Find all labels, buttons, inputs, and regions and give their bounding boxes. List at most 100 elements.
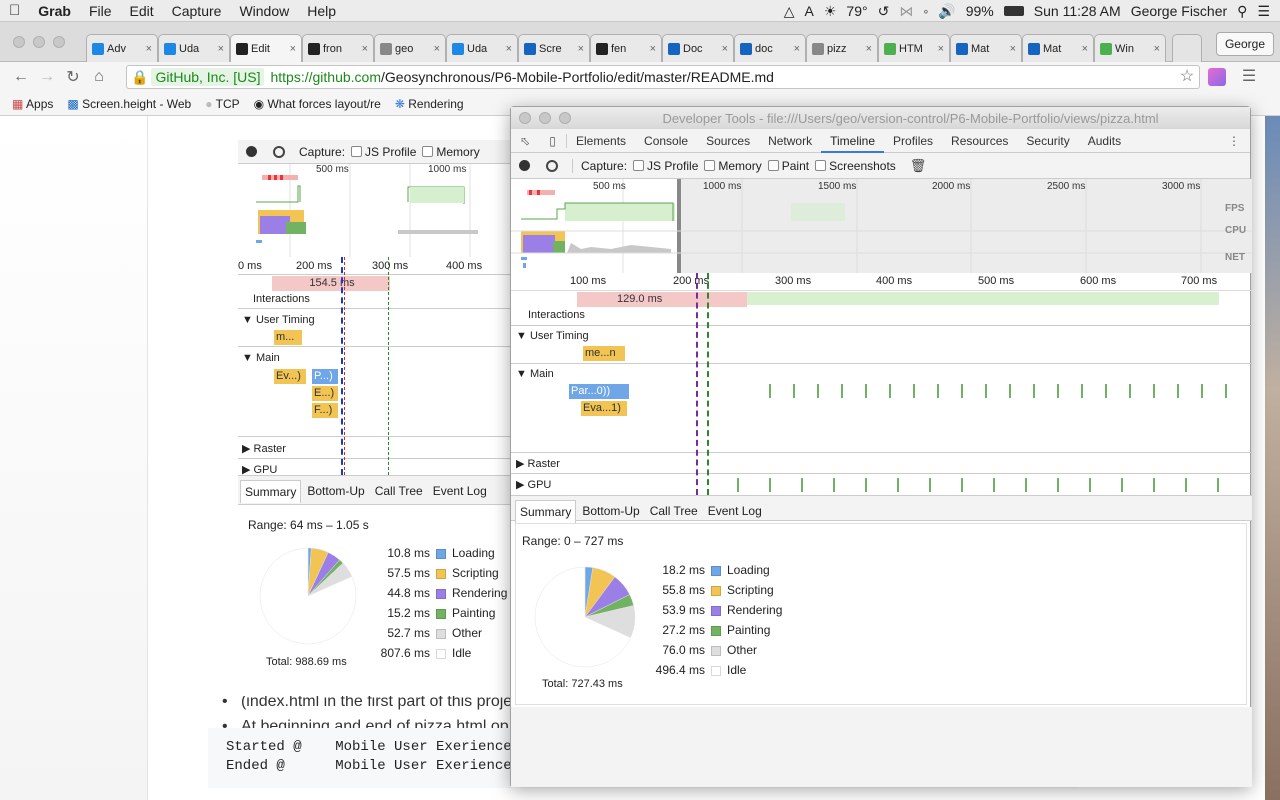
tab-close-icon[interactable]: × (218, 43, 224, 55)
device-mode-icon[interactable]: ▯ (539, 133, 567, 148)
browser-tab[interactable]: fen × (590, 34, 662, 62)
tab-close-icon[interactable]: × (506, 43, 512, 55)
browser-tab[interactable]: Uda × (158, 34, 230, 62)
raster-section[interactable]: ▶ Raster (516, 457, 560, 470)
more-options-icon[interactable]: ⋮ (1228, 134, 1240, 148)
devtools-titlebar[interactable]: Developer Tools - file:///Users/geo/vers… (511, 107, 1250, 129)
tab-close-icon[interactable]: × (722, 43, 728, 55)
tab-summary[interactable]: Summary (515, 500, 577, 523)
user-name[interactable]: George Fischer (1131, 3, 1227, 19)
tab-close-icon[interactable]: × (362, 43, 368, 55)
record-button[interactable] (519, 160, 530, 171)
user-timing-section[interactable]: ▼ User Timing (242, 314, 315, 326)
browser-tab[interactable]: HTM × (878, 34, 950, 62)
browser-tab[interactable]: Uda × (446, 34, 518, 62)
tab-close-icon[interactable]: × (1154, 43, 1160, 55)
volume-icon[interactable]: 🔊 (938, 3, 955, 20)
chrome-menu-icon[interactable]: ☰ (1236, 66, 1262, 86)
browser-tab[interactable]: fron × (302, 34, 374, 62)
new-tab-button[interactable] (1172, 34, 1202, 62)
tab-resources[interactable]: Resources (942, 129, 1017, 153)
main-block[interactable]: Par...0)) (569, 384, 629, 399)
tab-summary[interactable]: Summary (240, 480, 302, 503)
raster-section[interactable]: ▶ Raster (242, 442, 286, 455)
devtools-zoom-button[interactable] (559, 112, 571, 124)
tab-profiles[interactable]: Profiles (884, 129, 942, 153)
screenshots-checkbox[interactable] (815, 160, 827, 171)
main-block[interactable]: Eva...1) (581, 401, 627, 416)
gpu-section[interactable]: ▶ GPU (516, 478, 551, 491)
reload-icon[interactable]: ↻ (60, 67, 86, 87)
devtools-close-button[interactable] (519, 112, 531, 124)
browser-tab[interactable]: Mat × (1022, 34, 1094, 62)
tab-sources[interactable]: Sources (697, 129, 759, 153)
clear-button[interactable] (546, 159, 558, 172)
adobe-icon[interactable]: A (805, 3, 814, 19)
menu-help[interactable]: Help (298, 3, 345, 19)
tab-elements[interactable]: Elements (567, 129, 635, 153)
tab-bottom-up[interactable]: Bottom-Up (303, 480, 368, 503)
tab-audits[interactable]: Audits (1079, 129, 1130, 153)
tab-timeline[interactable]: Timeline (821, 129, 885, 153)
menu-app-name[interactable]: Grab (29, 3, 80, 19)
menu-capture[interactable]: Capture (163, 3, 231, 19)
profile-button[interactable]: George (1215, 32, 1274, 56)
bookmark-star-icon[interactable]: ☆ (1174, 66, 1200, 86)
bookmark-screen-height[interactable]: ▩ Screen.height - Web (67, 97, 191, 111)
tab-close-icon[interactable]: × (290, 43, 296, 55)
window-zoom-button[interactable] (53, 36, 65, 48)
ev-certificate[interactable]: GitHub, Inc. [US] (151, 68, 265, 86)
home-icon[interactable]: ⌂ (86, 68, 112, 86)
bookmark-apps[interactable]: ▦ Apps (12, 97, 53, 111)
tab-close-icon[interactable]: × (866, 43, 872, 55)
tab-close-icon[interactable]: × (650, 43, 656, 55)
notification-center-icon[interactable]: ☰ (1257, 3, 1270, 20)
tab-event-log[interactable]: Event Log (704, 500, 766, 523)
bookmark-what-forces-layout[interactable]: ◉ What forces layout/re (254, 97, 381, 111)
memory-checkbox[interactable] (704, 160, 716, 171)
omnibox[interactable]: 🔒 GitHub, Inc. [US] https://github.com/G… (126, 65, 1200, 89)
menu-file[interactable]: File (80, 3, 121, 19)
tab-bottom-up[interactable]: Bottom-Up (578, 500, 643, 523)
spotlight-icon[interactable]: ⚲ (1237, 3, 1247, 20)
tab-close-icon[interactable]: × (794, 43, 800, 55)
browser-tab[interactable]: Doc × (662, 34, 734, 62)
back-icon[interactable]: ← (8, 68, 34, 86)
battery-percent[interactable]: 99% (966, 3, 994, 19)
tab-close-icon[interactable]: × (146, 43, 152, 55)
window-close-button[interactable] (13, 36, 25, 48)
battery-icon[interactable] (1003, 6, 1024, 16)
bookmark-rendering[interactable]: ❋ Rendering (395, 97, 464, 111)
bluetooth-icon[interactable]: ⋈ (899, 3, 913, 20)
apple-icon[interactable]:  (0, 2, 29, 19)
user-timing-block[interactable]: me...n (583, 346, 625, 361)
paint-checkbox[interactable] (767, 160, 779, 171)
trash-icon[interactable]: 🗑 (910, 158, 927, 174)
tab-console[interactable]: Console (635, 129, 697, 153)
interaction-bar[interactable]: 129.0 ms (577, 292, 747, 307)
bookmark-tcp[interactable]: ● TCP (205, 97, 239, 111)
main-section[interactable]: ▼ Main (516, 368, 554, 380)
timeline-overview[interactable] (511, 179, 1252, 273)
drive-icon[interactable]: △ (784, 3, 795, 20)
tab-event-log[interactable]: Event Log (429, 480, 491, 503)
tab-close-icon[interactable]: × (938, 43, 944, 55)
main-section[interactable]: ▼ Main (242, 352, 280, 364)
wifi-icon[interactable]: ◦ (923, 3, 928, 19)
tab-close-icon[interactable]: × (434, 43, 440, 55)
browser-tab[interactable]: geo × (374, 34, 446, 62)
tab-network[interactable]: Network (759, 129, 821, 153)
tab-security[interactable]: Security (1017, 129, 1078, 153)
clock[interactable]: Sun 11:28 AM (1034, 3, 1121, 19)
tab-close-icon[interactable]: × (578, 43, 584, 55)
temperature[interactable]: 79° (846, 3, 867, 19)
devtools-minimize-button[interactable] (539, 112, 551, 124)
tab-call-tree[interactable]: Call Tree (646, 500, 702, 523)
inspect-icon[interactable]: ⬁ (511, 134, 539, 148)
browser-tab[interactable]: Edit × (230, 34, 302, 62)
menu-edit[interactable]: Edit (121, 3, 163, 19)
browser-tab[interactable]: Mat × (950, 34, 1022, 62)
js-profile-checkbox[interactable] (633, 160, 645, 171)
menu-window[interactable]: Window (230, 3, 298, 19)
browser-tab[interactable]: Adv × (86, 34, 158, 62)
